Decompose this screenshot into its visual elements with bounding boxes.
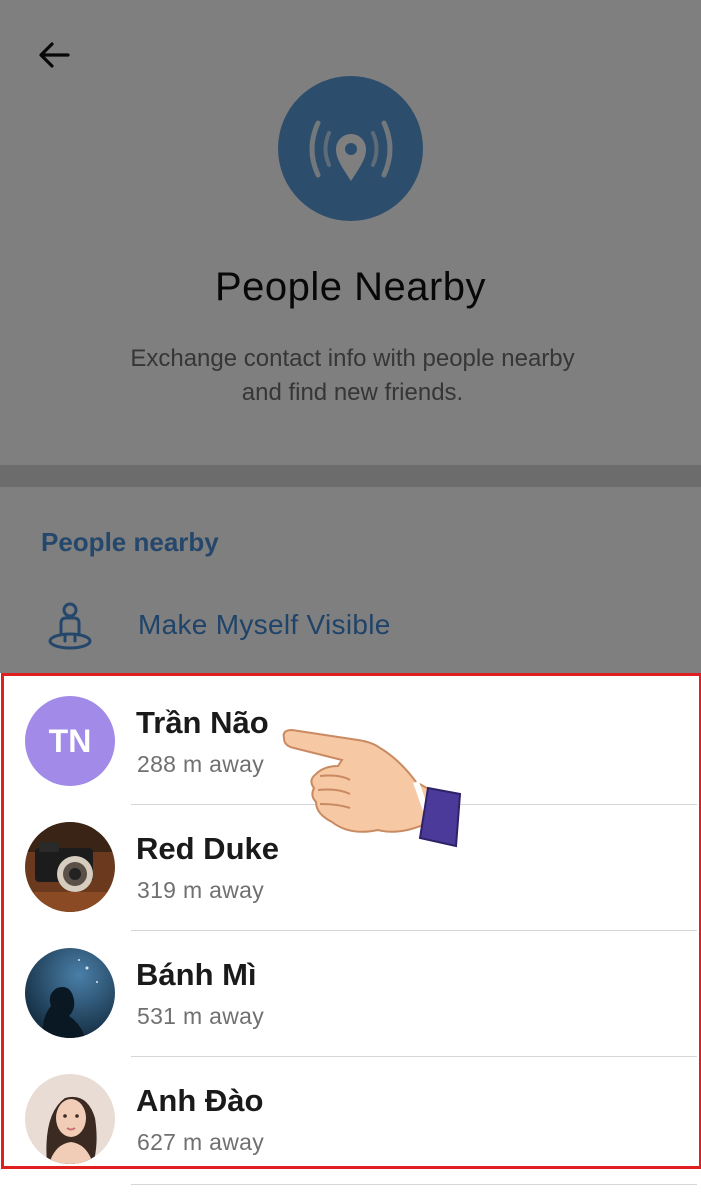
make-myself-visible-button[interactable]: Make Myself Visible [0,585,701,665]
avatar [25,1074,115,1164]
next-row-peek [0,1168,701,1200]
person-distance: 288 m away [137,751,265,777]
person-name: Anh Đào [136,1083,264,1118]
back-button[interactable] [26,30,82,80]
people-nearby-screen: People Nearby Exchange contact info with… [0,0,701,1200]
section-title: People nearby [41,527,219,557]
person-row[interactable]: Red Duke 319 m away [0,803,701,931]
night-sky-photo-icon [25,948,115,1038]
section-divider [0,465,701,487]
person-name: Trần Não [136,705,269,740]
person-row[interactable]: Bánh Mì 531 m away [0,929,701,1057]
person-row[interactable]: TN Trần Não 288 m away [0,677,701,805]
portrait-photo-icon [25,1074,115,1164]
avatar [25,822,115,912]
person-distance: 531 m away [137,1003,265,1029]
location-broadcast-icon [278,76,423,221]
avatar: TN [25,696,115,786]
page-subtitle: Exchange contact info with people nearby… [80,342,625,410]
avatar [25,948,115,1038]
header: People Nearby Exchange contact info with… [0,0,701,465]
subtitle-line-1: Exchange contact info with people nearby [130,345,575,372]
person-name: Red Duke [136,831,279,866]
person-row[interactable]: Anh Đào 627 m away [0,1055,701,1181]
person-distance: 319 m away [137,877,265,903]
camera-photo-icon [25,822,115,912]
person-pin-icon [48,602,92,650]
person-distance: 627 m away [137,1129,265,1155]
people-nearby-section: People nearby Make Myself Visible [0,487,701,673]
page-title: People Nearby [214,265,487,309]
subtitle-line-2: and find new friends. [241,379,464,406]
make-myself-visible-label: Make Myself Visible [138,609,391,640]
row-separator [131,1184,697,1185]
arrow-left-icon [39,42,70,68]
person-name: Bánh Mì [136,957,257,992]
people-list: TN Trần Não 288 m away Red Duke 319 m aw… [0,677,701,1167]
